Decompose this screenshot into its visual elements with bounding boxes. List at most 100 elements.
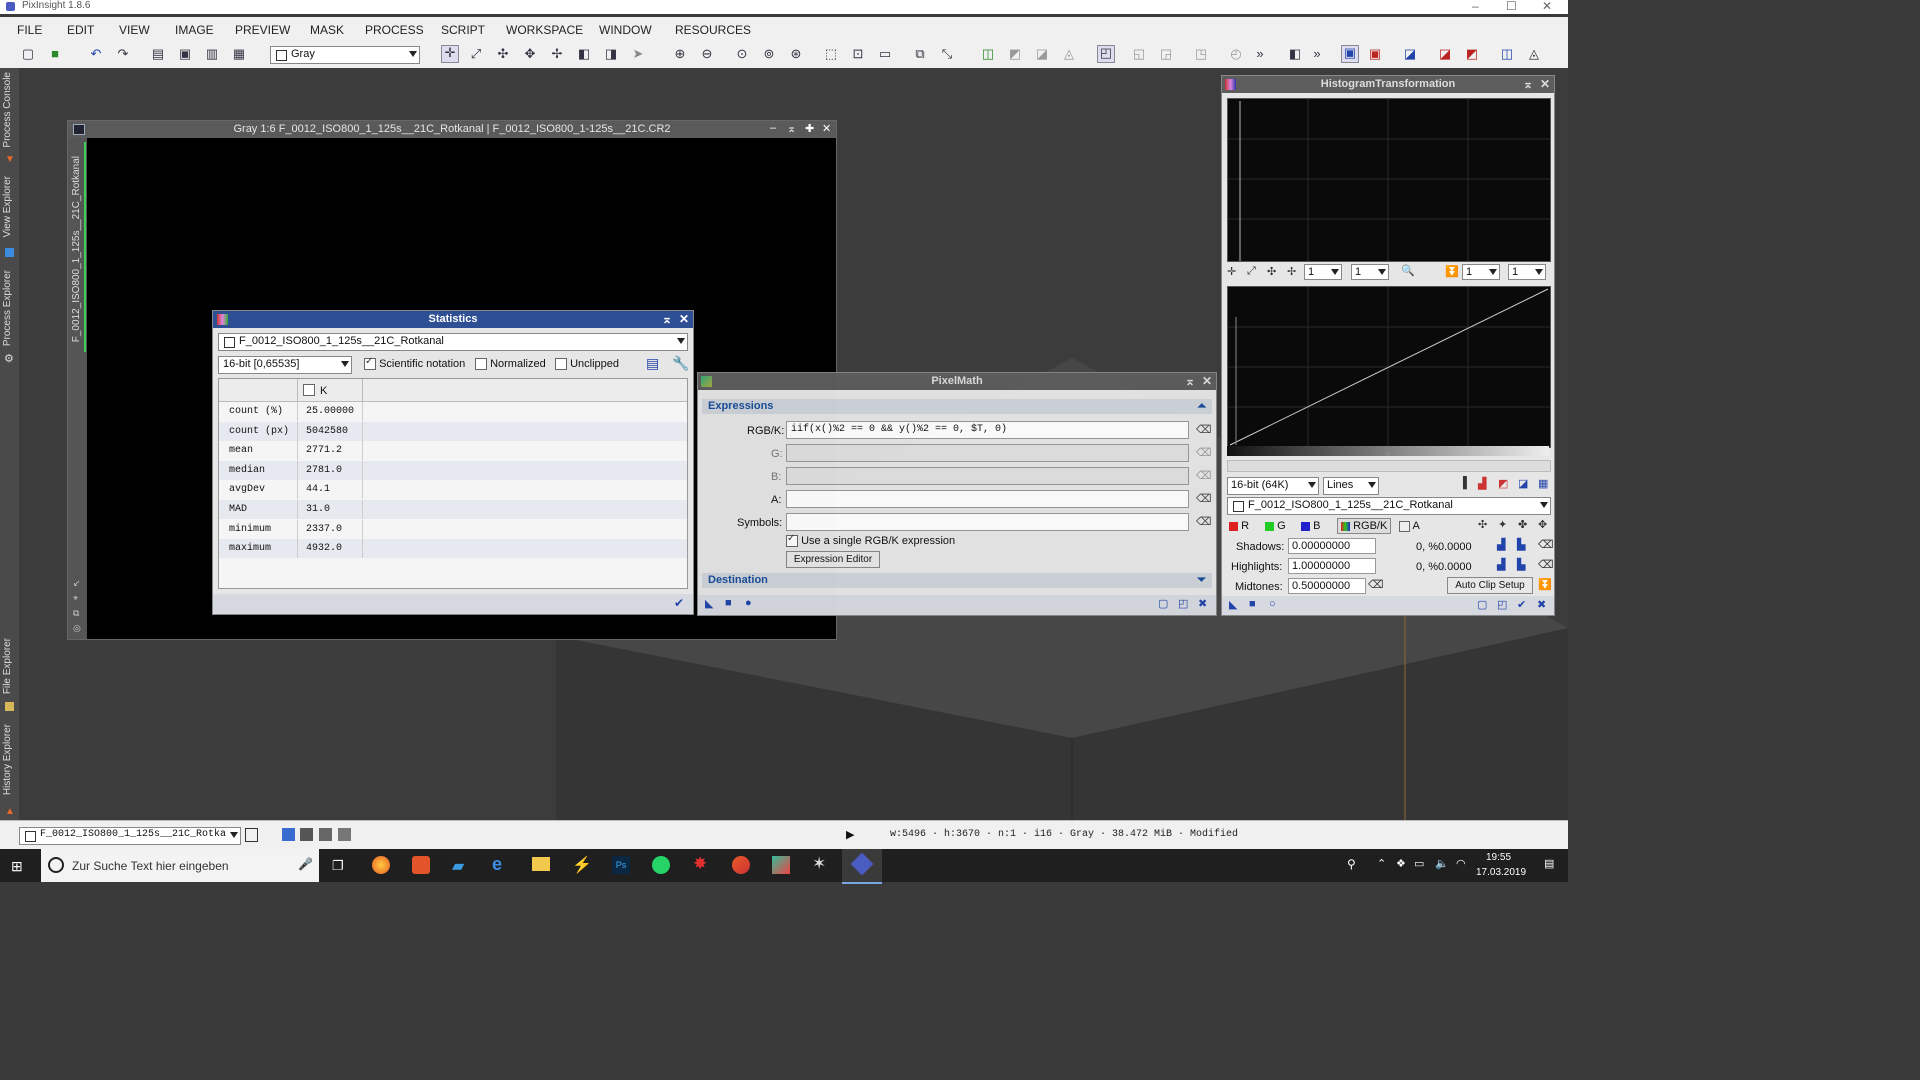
histogram-panel[interactable]: HistogramTransformation ⌅ ✕ ✛ ⤢ ✣ ✢ 1 1 … [1221,75,1555,616]
view-toggle-icon[interactable] [245,828,258,842]
window-2-icon[interactable]: ◪ [1438,47,1452,61]
redo-icon[interactable]: ↷ [116,47,130,61]
task-view-icon[interactable]: ❐ [332,858,344,874]
pixelmath-panel[interactable]: PixelMath ⌅ ✕ Expressions ⏶ RGB/K: iif(x… [697,372,1217,616]
undo-icon[interactable]: ↶ [89,47,103,61]
single-expression-checkbox[interactable]: Use a single RGB/K expression [786,533,955,548]
browse-docs-icon[interactable]: ◰ [1178,597,1188,610]
stf-3-icon[interactable]: ◳ [1194,47,1208,61]
midtones-clear-icon[interactable]: ⌫ [1368,578,1384,591]
zoom-out-window-icon[interactable]: ✥ [523,47,537,61]
symbols-clear-icon[interactable]: ⌫ [1196,515,1212,528]
channel-rgbk-toggle[interactable]: RGB/K [1337,518,1392,534]
zoom-icon[interactable]: 🔍 [1401,264,1415,277]
preview-icon[interactable]: ▢ [1158,597,1168,610]
dropbox-icon[interactable]: ❖ [1396,857,1406,870]
unclipped-checkbox[interactable]: Unclipped [555,358,619,371]
rotate-icon[interactable]: ◧ [577,47,591,61]
input-histogram-graph[interactable] [1227,98,1551,262]
a-expression-input[interactable] [786,490,1189,508]
new-instance-icon[interactable]: ◣ [1229,598,1237,611]
mask-show-icon[interactable]: ▦ [232,47,246,61]
expressions-section[interactable]: Expressions ⏶ [702,399,1212,414]
process-explorer-tab[interactable]: Process Explorer [2,270,13,346]
wrench-icon[interactable]: 🔧 [672,355,689,372]
mask-fit-icon[interactable]: ⌖ [73,593,78,604]
channel-r-toggle[interactable]: R [1229,520,1249,532]
pixelmath-close-icon[interactable]: ✕ [1202,374,1212,388]
reset-highlights-icon[interactable]: ✤ [1518,518,1527,531]
zoom-h-spinner[interactable]: 1 [1304,264,1342,280]
maximize-button[interactable]: ☐ [1506,0,1517,13]
graph-style-dropdown[interactable]: Lines [1323,477,1379,495]
file-explorer-icon[interactable] [532,857,550,871]
zoom-h2-spinner[interactable]: 1 [1462,264,1500,280]
mask-link-icon[interactable]: ↙ [73,578,81,589]
app-star-red-icon[interactable]: ✸ [693,854,707,874]
reset-all-icon[interactable]: ✦ [1498,518,1507,531]
minimize-button[interactable]: – [1472,0,1479,13]
window-1-icon[interactable]: ◪ [1403,47,1417,61]
column-k-checkbox[interactable] [303,384,315,397]
windows-start-icon[interactable]: ⊞ [11,858,23,875]
edge-icon[interactable]: e [492,854,502,875]
check-icon[interactable]: ✔ [1517,598,1526,611]
crop-icon[interactable]: ⧉ [913,47,927,61]
microphone-icon[interactable]: 🎤 [298,857,313,871]
histogram-view-dropdown[interactable]: F_0012_ISO800_1_125s__21C_Rotkanal [1227,497,1551,515]
process-1-icon[interactable]: ◫ [981,47,995,61]
g-clear-icon[interactable]: ⌫ [1196,446,1212,459]
output-slider-track[interactable] [1227,460,1551,472]
play-icon[interactable]: ▶ [846,828,854,841]
log-graph-icon[interactable]: ▐ [1459,477,1467,489]
mask-circle-icon[interactable]: ◎ [73,623,81,634]
taskbar-search-box[interactable]: Zur Suche Text hier eingeben 🎤 [41,849,319,882]
zoom-1-icon[interactable]: ⊙ [735,47,749,61]
process-4-icon[interactable]: ◬ [1062,47,1076,61]
tray-chevron-icon[interactable]: ⌃ [1377,857,1386,870]
reset-shadows-icon[interactable]: ✣ [1478,518,1487,531]
menu-mask[interactable]: MASK [310,23,344,37]
menu-resources[interactable]: RESOURCES [675,23,751,37]
auto-clip-setup-button[interactable]: Auto Clip Setup [1447,577,1533,594]
process-console-tab[interactable]: Process Console [2,72,13,148]
menu-view[interactable]: VIEW [119,23,150,37]
zoom-v2-spinner[interactable]: 1 [1508,264,1546,280]
mask-icon[interactable]: ▥ [205,47,219,61]
image-close-icon[interactable]: ✕ [822,122,831,135]
collapse-icon[interactable]: ⏶ [1197,399,1206,414]
network-icon[interactable]: ◠ [1456,857,1466,870]
clock-time[interactable]: 19:55 [1486,852,1511,863]
expression-editor-button[interactable]: Expression Editor [786,551,880,568]
image-minimize-icon[interactable]: – [770,122,776,134]
display-blue-icon[interactable] [282,828,295,841]
link-icon[interactable]: ⏬ [1445,265,1459,278]
history-explorer-tab[interactable]: History Explorer [2,724,13,795]
apply-global-icon[interactable]: ■ [725,597,732,609]
symbols-input[interactable] [786,513,1189,531]
highlights-clear-icon[interactable]: ⌫ [1538,558,1554,571]
display-gray2-icon[interactable] [319,828,332,841]
move-icon[interactable]: ✢ [1287,265,1296,278]
color-image-icon[interactable]: ■ [48,47,62,61]
destination-section[interactable]: Destination ⏷ [702,573,1212,588]
pan-icon[interactable]: ✢ [550,47,564,61]
statistics-panel[interactable]: Statistics ⌅ ✕ F_0012_ISO800_1_125s__21C… [212,310,694,615]
midtones-handle-icon[interactable]: ▲ [1384,448,1392,457]
app-cube-icon[interactable] [772,856,790,874]
readout-icon[interactable]: ◨ [604,47,618,61]
output-histogram-graph[interactable] [1227,286,1551,448]
zoom-3-icon[interactable]: ⊛ [789,47,803,61]
image-view-label[interactable]: F_0012_ISO800_1_125s__21C_Rotkanal [71,156,82,342]
process-3-icon[interactable]: ◪ [1035,47,1049,61]
statistics-shade-icon[interactable]: ⌅ [662,312,672,326]
clipping-slider-track[interactable]: ▲ [1227,446,1549,457]
zoom-in-icon[interactable]: ⊕ [673,47,687,61]
firefox-icon[interactable] [372,856,390,874]
show-raw-icon[interactable]: ▟ [1478,477,1486,490]
new-image-icon[interactable]: ▢ [21,47,35,61]
view-explorer-tab[interactable]: View Explorer [2,176,13,238]
notifications-icon[interactable]: ▤ [1544,857,1554,870]
a-clear-icon[interactable]: ⌫ [1196,492,1212,505]
rgbk-clear-icon[interactable]: ⌫ [1196,423,1212,436]
